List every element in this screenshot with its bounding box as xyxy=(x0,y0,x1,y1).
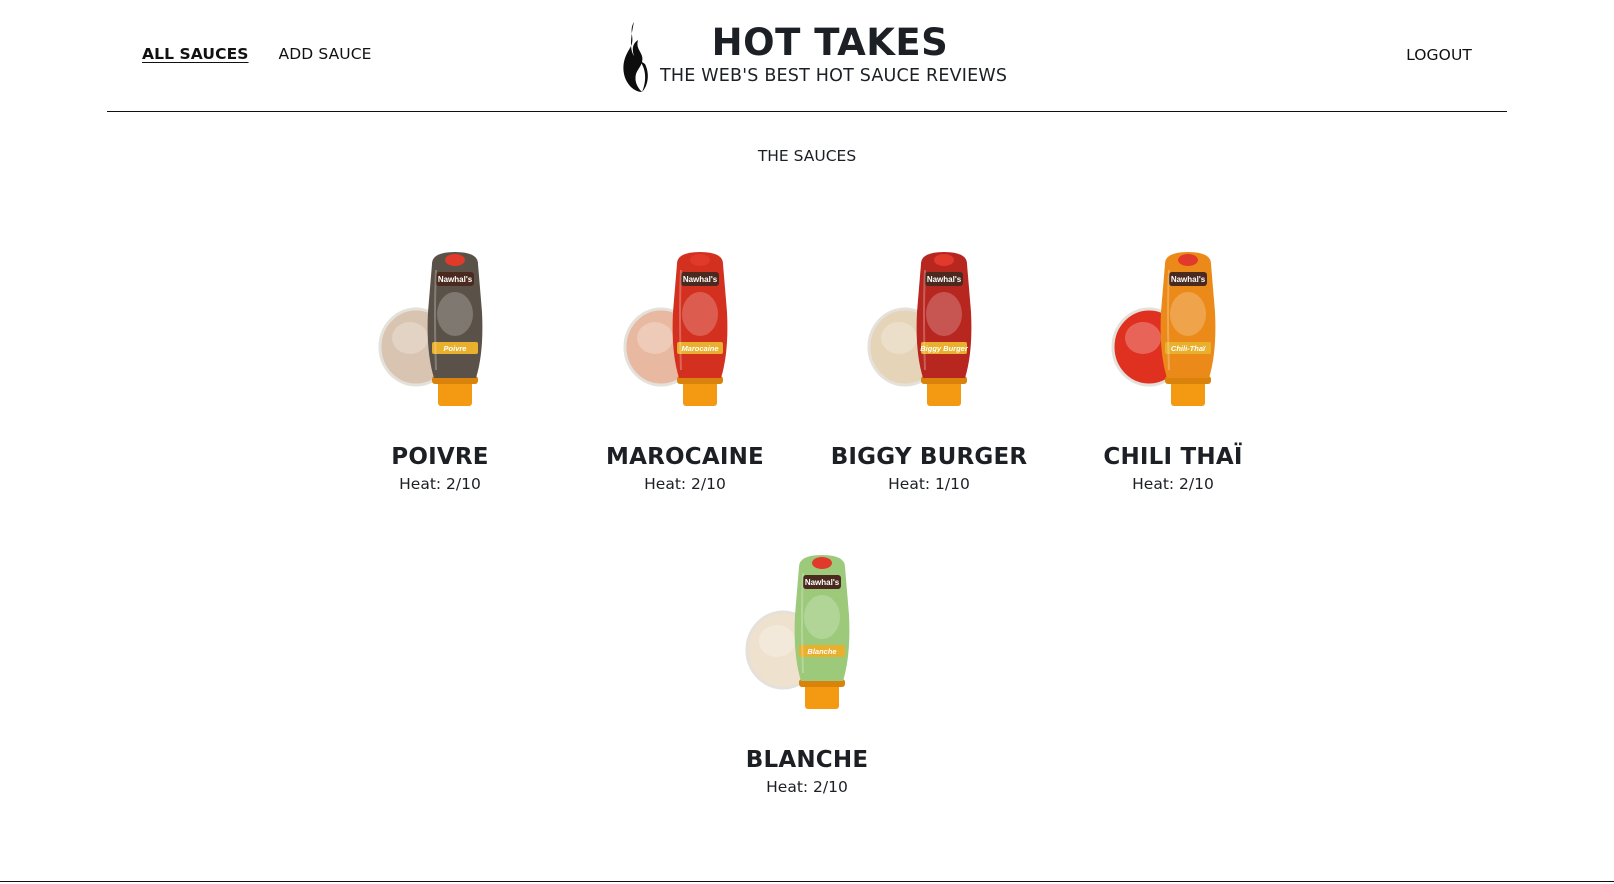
site-header: ALL SAUCES ADD SAUCE HOT TAKES THE WEB'S… xyxy=(107,0,1507,112)
svg-text:Blanche: Blanche xyxy=(807,647,836,656)
svg-text:Chili-Thaï: Chili-Thaï xyxy=(1171,344,1206,353)
sauce-card[interactable]: Nawhal's Blanche BLANCHE Heat: 2/10 xyxy=(697,545,917,796)
sauce-name: CHILI THAÏ xyxy=(1103,444,1243,470)
svg-text:Marocaine: Marocaine xyxy=(681,344,718,353)
user-nav: LOGOUT xyxy=(1406,45,1472,64)
sauce-bottle-image: Nawhal's Chili-Thaï xyxy=(1111,252,1216,406)
sauce-card[interactable]: Nawhal's Marocaine MAROCAINE Heat: 2/10 xyxy=(575,242,795,493)
sauce-heat: Heat: 1/10 xyxy=(888,475,970,493)
sauce-card[interactable]: Nawhal's Chili-Thaï CHILI THAÏ Heat: 2/10 xyxy=(1063,242,1283,493)
sauce-bottle-image: Nawhal's Poivre xyxy=(378,252,483,406)
svg-text:Nawhal's: Nawhal's xyxy=(1171,275,1206,284)
sauce-heat: Heat: 2/10 xyxy=(399,475,481,493)
flame-icon xyxy=(623,22,648,92)
logout-link[interactable]: LOGOUT xyxy=(1406,46,1472,64)
svg-text:Poivre: Poivre xyxy=(444,344,467,353)
sauce-heat: Heat: 2/10 xyxy=(766,778,848,796)
svg-text:Nawhal's: Nawhal's xyxy=(683,275,718,284)
brand: HOT TAKES THE WEB'S BEST HOT SAUCE REVIE… xyxy=(620,20,1020,96)
sauce-name: MAROCAINE xyxy=(606,444,764,470)
svg-text:Nawhal's: Nawhal's xyxy=(927,275,962,284)
svg-text:Nawhal's: Nawhal's xyxy=(438,275,473,284)
sauce-name: BIGGY BURGER xyxy=(830,444,1028,470)
sauce-card[interactable]: Nawhal's Poivre POIVRE Heat: 2/10 xyxy=(330,242,550,493)
sauce-bottle-image: Nawhal's Blanche xyxy=(745,555,850,709)
main-nav: ALL SAUCES ADD SAUCE xyxy=(142,45,372,63)
sauce-name: POIVRE xyxy=(391,444,489,470)
page-title: THE SAUCES xyxy=(757,147,857,165)
sauce-name: BLANCHE xyxy=(745,747,869,773)
nav-add-sauce-link[interactable]: ADD SAUCE xyxy=(279,45,372,63)
footer-divider xyxy=(0,881,1614,882)
svg-text:Nawhal's: Nawhal's xyxy=(805,578,840,587)
sauce-card[interactable]: Nawhal's Biggy Burger BIGGY BURGER Heat: … xyxy=(819,242,1039,493)
site-title: HOT TAKES xyxy=(711,21,949,64)
svg-text:Biggy Burger: Biggy Burger xyxy=(920,344,969,353)
sauce-bottle-image: Nawhal's Biggy Burger xyxy=(867,252,972,406)
site-subtitle: THE WEB'S BEST HOT SAUCE REVIEWS xyxy=(660,66,1008,86)
nav-all-sauces-link[interactable]: ALL SAUCES xyxy=(142,45,249,63)
sauce-bottle-image: Nawhal's Marocaine xyxy=(623,252,728,406)
sauce-heat: Heat: 2/10 xyxy=(644,475,726,493)
sauce-heat: Heat: 2/10 xyxy=(1132,475,1214,493)
